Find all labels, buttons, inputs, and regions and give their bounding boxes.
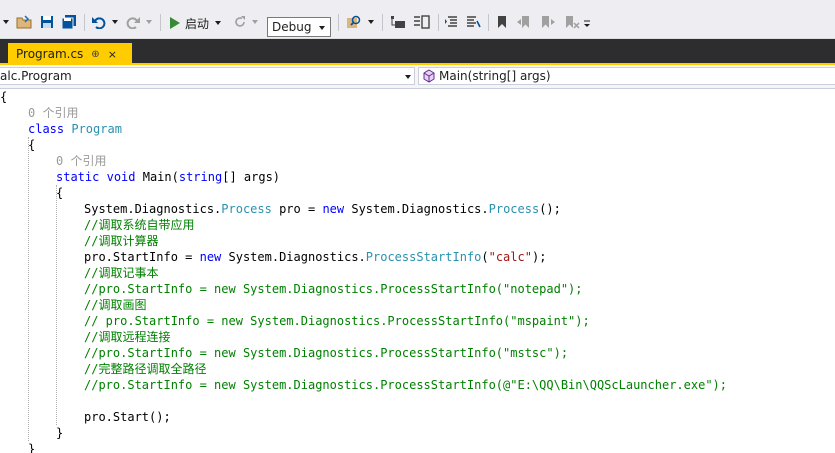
- close-tab-icon[interactable]: ×: [108, 48, 117, 61]
- code-comment: //完整路径调取全路径: [84, 362, 207, 376]
- code-comment: // pro.StartInfo = new System.Diagnostic…: [84, 314, 590, 328]
- code-editor[interactable]: { 0 个引用 class Program { 0 个引用 static voi…: [0, 89, 835, 453]
- find-in-files-icon[interactable]: [344, 12, 364, 32]
- refresh-dropdown-icon[interactable]: [250, 12, 260, 32]
- code-line: pro.Start();: [84, 410, 171, 424]
- code-line: pro.StartInfo = new System.Diagnostics.P…: [84, 250, 547, 264]
- members-dropdown[interactable]: Main(string[] args): [418, 67, 835, 85]
- open-folder-icon[interactable]: [14, 12, 34, 32]
- code-comment: //pro.StartInfo = new System.Diagnostics…: [84, 378, 727, 392]
- code-line: {: [0, 90, 8, 104]
- code-comment: //pro.StartInfo = new System.Diagnostics…: [84, 346, 569, 360]
- types-dropdown[interactable]: alc.Program: [0, 67, 415, 85]
- code-line: System.Diagnostics.Process pro = new Sys…: [84, 202, 561, 216]
- previous-bookmark-icon[interactable]: [514, 12, 534, 32]
- bookmark-icon[interactable]: [494, 12, 510, 32]
- standard-toolbar: 启动 Debug: [0, 6, 835, 39]
- indent-guide: [28, 137, 29, 441]
- code-line: {: [28, 138, 36, 152]
- start-dropdown-icon[interactable]: [215, 21, 222, 25]
- toolbar-separator: [488, 14, 489, 31]
- next-bookmark-icon[interactable]: [538, 12, 558, 32]
- clear-bookmarks-icon[interactable]: [562, 12, 582, 32]
- code-line: {: [56, 186, 64, 200]
- redo-icon[interactable]: [124, 12, 142, 32]
- navigation-bar: alc.Program Main(string[] args): [0, 65, 835, 89]
- solution-configuration-select[interactable]: Debug: [267, 17, 331, 37]
- code-comment: //pro.StartInfo = new System.Diagnostics…: [84, 282, 583, 296]
- toolbar-overflow-caret-icon[interactable]: [0, 12, 12, 32]
- comment-lines-icon[interactable]: [464, 12, 482, 32]
- code-comment: //调取计算器: [84, 234, 159, 248]
- configuration-dropdown-icon: [319, 26, 325, 30]
- types-dropdown-value: alc.Program: [0, 69, 72, 83]
- save-all-icon[interactable]: [60, 12, 78, 32]
- visual-studio-window: 启动 Debug Program.cs ⊕ × alc.Program Main…: [0, 0, 835, 453]
- toolbar-separator: [160, 14, 161, 31]
- toolbar-separator: [84, 14, 85, 31]
- save-icon[interactable]: [38, 12, 56, 32]
- method-cube-icon: [423, 69, 435, 83]
- code-line: }: [56, 426, 64, 440]
- find-dropdown-icon[interactable]: [366, 12, 376, 32]
- code-comment: //调取画图: [84, 298, 147, 312]
- configuration-value: Debug: [272, 20, 312, 34]
- toolbar-separator: [382, 14, 383, 31]
- solution-explorer-icon[interactable]: [388, 12, 408, 32]
- types-dropdown-chevron-icon: [405, 75, 411, 79]
- properties-window-icon[interactable]: [410, 12, 432, 32]
- undo-icon[interactable]: [90, 12, 108, 32]
- decrease-indent-icon[interactable]: [442, 12, 460, 32]
- toolbar-separator: [438, 14, 439, 31]
- members-dropdown-value: Main(string[] args): [439, 68, 551, 83]
- code-comment: //调取系统自带应用: [84, 218, 195, 232]
- start-label: 启动: [185, 16, 210, 31]
- indent-guide: [56, 185, 57, 425]
- pin-tab-icon[interactable]: ⊕: [91, 49, 99, 60]
- toolbar-separator: [338, 14, 339, 31]
- code-comment: //调取记事本: [84, 266, 159, 280]
- start-debug-button[interactable]: 启动: [170, 14, 222, 32]
- toolbar-options-icon[interactable]: [582, 12, 592, 32]
- redo-dropdown-icon[interactable]: [144, 12, 154, 32]
- tab-label: Program.cs: [16, 47, 84, 61]
- play-icon: [170, 17, 180, 29]
- tab-program-cs[interactable]: Program.cs ⊕ ×: [8, 43, 132, 65]
- code-line: }: [28, 442, 36, 453]
- undo-dropdown-icon[interactable]: [110, 12, 120, 32]
- refresh-icon[interactable]: [232, 12, 248, 32]
- code-line: class Program: [28, 122, 122, 136]
- code-line: static void Main(string[] args): [56, 170, 281, 184]
- code-comment: //调取远程连接: [84, 330, 171, 344]
- reference-count-lens[interactable]: 0 个引用: [28, 105, 78, 121]
- reference-count-lens[interactable]: 0 个引用: [56, 153, 106, 169]
